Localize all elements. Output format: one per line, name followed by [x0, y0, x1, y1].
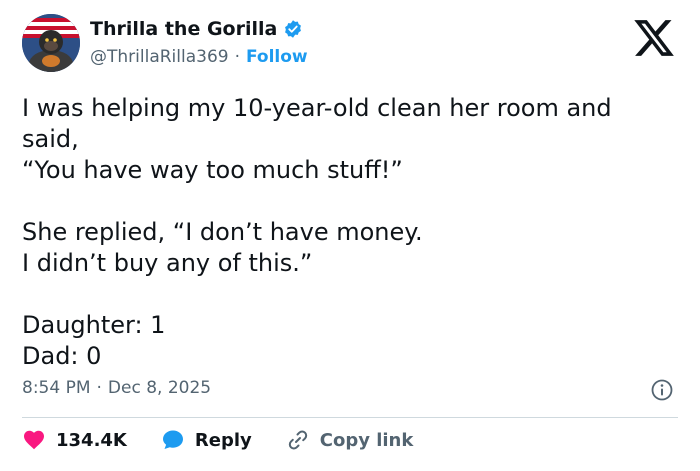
separator-dot: · — [96, 378, 102, 398]
display-name[interactable]: Thrilla the Gorilla — [90, 18, 277, 40]
tweet-line: I didn’t buy any of this.” — [22, 249, 313, 277]
handle-row: @ThrillaRilla369 · Follow — [90, 47, 308, 67]
copy-link-label: Copy link — [319, 429, 414, 451]
tweet-line: Dad: 0 — [22, 342, 102, 370]
copy-link-button[interactable]: Copy link — [286, 428, 414, 452]
heart-icon — [24, 430, 44, 450]
tweet-text: I was helping my 10-year-old clean her r… — [22, 93, 672, 372]
handle[interactable]: @ThrillaRilla369 — [90, 47, 229, 67]
info-icon[interactable] — [650, 378, 674, 402]
x-logo-icon[interactable] — [632, 16, 676, 60]
reply-label: Reply — [194, 429, 252, 451]
tweet-paragraph: Daughter: 1 Dad: 0 — [22, 310, 672, 372]
tweet-line: “You have way too much stuff!” — [22, 156, 403, 184]
tweet-line: She replied, “I don’t have money. — [22, 218, 423, 246]
tweet-time: 8:54 PM — [22, 378, 91, 398]
tweet-paragraph: She replied, “I don’t have money. I didn… — [22, 217, 672, 279]
tweet-line: I was helping my 10-year-old clean her r… — [22, 94, 612, 153]
like-button[interactable]: 134.4K — [22, 428, 127, 452]
tweet-timestamp[interactable]: 8:54 PM · Dec 8, 2025 — [22, 378, 211, 398]
reply-button[interactable]: Reply — [161, 428, 252, 452]
follow-button[interactable]: Follow — [246, 47, 308, 67]
tweet-paragraph: I was helping my 10-year-old clean her r… — [22, 93, 672, 186]
avatar[interactable] — [22, 14, 80, 72]
separator-dot: · — [234, 47, 240, 67]
author-name-row: Thrilla the Gorilla — [90, 18, 303, 40]
tweet-date: Dec 8, 2025 — [107, 378, 212, 398]
action-bar: 134.4K Reply Copy link — [22, 428, 447, 452]
reply-bubble-icon — [162, 430, 183, 449]
like-count: 134.4K — [56, 429, 127, 451]
divider — [22, 417, 678, 418]
link-icon — [288, 430, 307, 450]
tweet-card: Thrilla the Gorilla @ThrillaRilla369 · F… — [0, 0, 700, 471]
tweet-line: Daughter: 1 — [22, 311, 166, 339]
verified-badge-icon — [285, 20, 302, 38]
